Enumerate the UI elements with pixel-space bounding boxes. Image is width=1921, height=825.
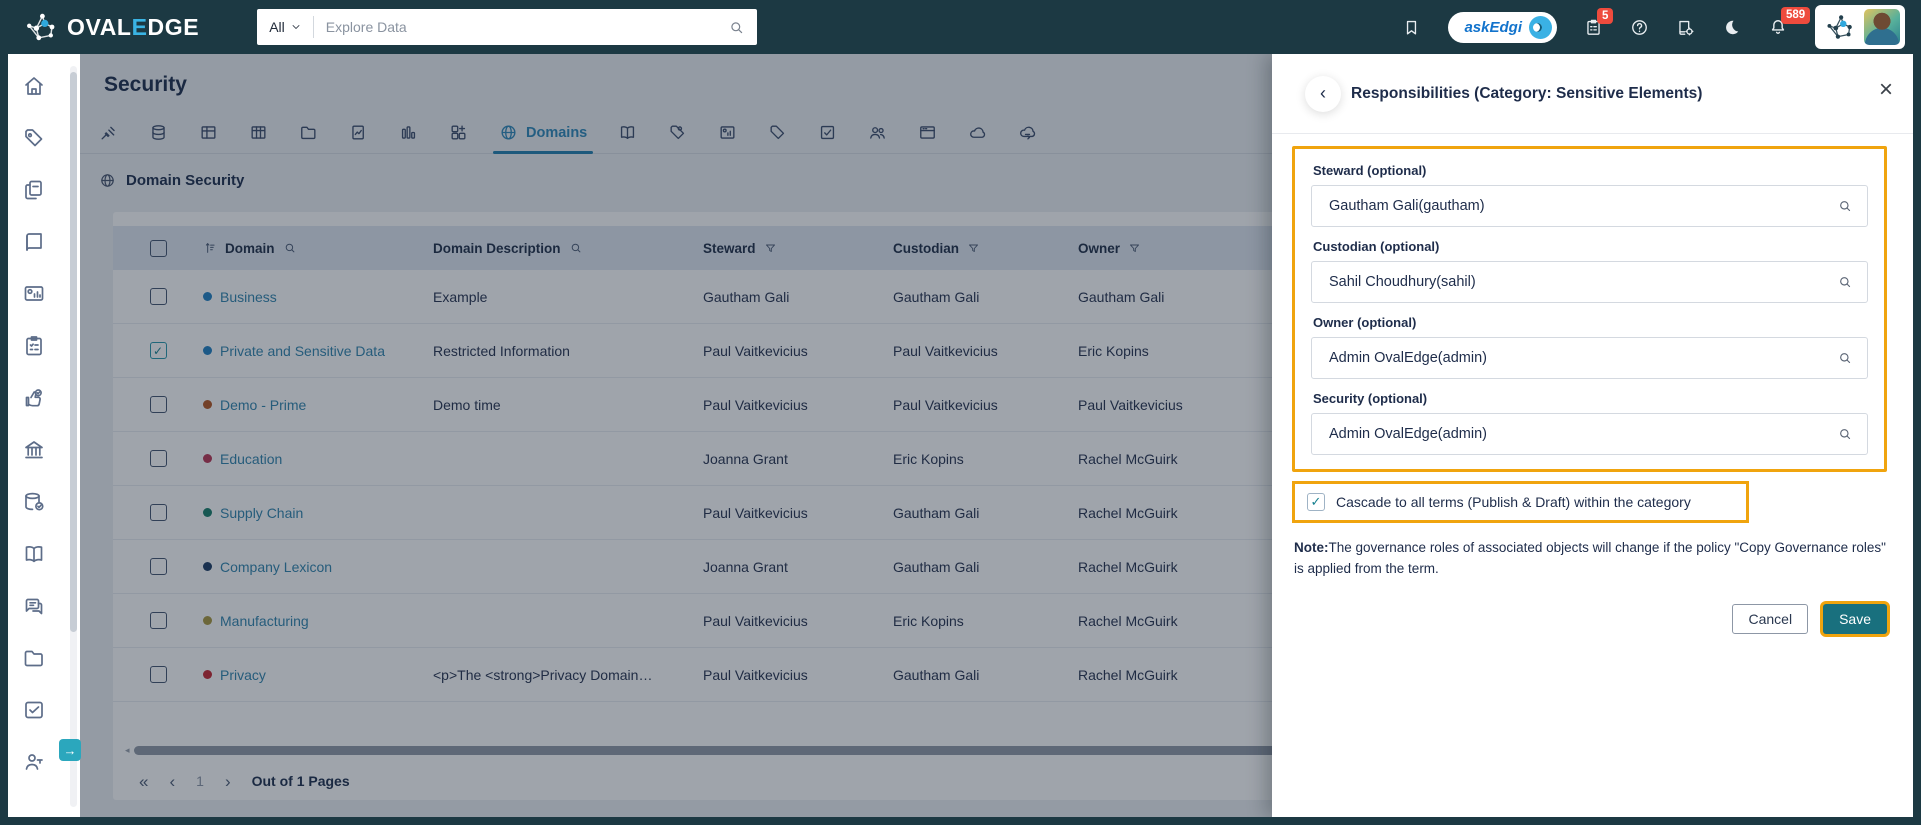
search-scope-dropdown[interactable]: All (269, 19, 302, 35)
sidebar-expand-button[interactable]: → (59, 739, 81, 761)
bookmark-icon[interactable] (1402, 18, 1421, 37)
top-navbar: OVALEDGE All askEdgi 5 (0, 0, 1921, 54)
notifications-badge: 589 (1781, 7, 1811, 24)
sidebar-scrollbar-thumb[interactable] (70, 72, 77, 632)
cascade-label: Cascade to all terms (Publish & Draft) w… (1336, 494, 1691, 510)
sidebar-item-data-quality[interactable] (8, 372, 60, 424)
security-label: Security (optional) (1313, 391, 1428, 406)
sidebar-item-projects[interactable] (8, 320, 60, 372)
release-notes-icon[interactable] (1676, 18, 1695, 37)
sidebar-item-governance[interactable] (8, 424, 60, 476)
sidebar-scrollbar[interactable] (70, 66, 77, 807)
custodian-field-group: Custodian (optional) Sahil Choudhury(sah… (1311, 239, 1868, 303)
search-input[interactable] (325, 19, 729, 35)
tasks-clipboard-icon[interactable]: 5 (1584, 7, 1614, 37)
close-icon[interactable]: × (1879, 78, 1893, 102)
security-field-group: Security (optional) Admin OvalEdge(admin… (1311, 391, 1868, 455)
owner-input[interactable]: Admin OvalEdge(admin) (1311, 337, 1868, 379)
security-input[interactable]: Admin OvalEdge(admin) (1311, 413, 1868, 455)
notifications-bell-icon[interactable]: 589 (1768, 7, 1811, 37)
workspace-user-box[interactable] (1815, 5, 1905, 49)
cascade-checkbox[interactable]: ✓ (1307, 493, 1325, 511)
global-search-bar[interactable]: All (257, 9, 758, 45)
drawer-header: ‹ Responsibilities (Category: Sensitive … (1272, 54, 1913, 134)
note-text: Note:The governance roles of associated … (1294, 540, 1886, 576)
cascade-highlight-box: ✓ Cascade to all terms (Publish & Draft)… (1292, 481, 1749, 523)
search-icon[interactable] (1837, 350, 1853, 366)
search-icon[interactable] (728, 19, 745, 36)
custodian-input[interactable]: Sahil Choudhury(sahil) (1311, 261, 1868, 303)
responsibilities-drawer: ‹ Responsibilities (Category: Sensitive … (1272, 54, 1913, 817)
search-icon[interactable] (1837, 198, 1853, 214)
sidebar-item-collaboration[interactable] (8, 580, 60, 632)
owner-field-group: Owner (optional) Admin OvalEdge(admin) (1311, 315, 1868, 379)
search-icon[interactable] (1837, 274, 1853, 290)
sidebar-item-documents[interactable] (8, 164, 60, 216)
sidebar-item-tags[interactable] (8, 112, 60, 164)
sidebar-item-catalog[interactable] (8, 216, 60, 268)
chevron-down-icon (292, 25, 300, 29)
search-divider (312, 16, 314, 38)
governance-roles-highlight-box: Steward (optional) Gautham Gali(gautham)… (1292, 146, 1887, 472)
edgi-bot-icon (1529, 15, 1552, 39)
sidebar-item-data-stores[interactable] (8, 476, 60, 528)
custodian-label: Custodian (optional) (1313, 239, 1440, 254)
sidebar-item-jobs[interactable] (8, 684, 60, 736)
brand-wordmark: OVALEDGE (67, 13, 200, 40)
dark-mode-moon-icon[interactable] (1722, 18, 1741, 37)
workspace-logo-icon (1823, 13, 1855, 41)
left-sidebar (8, 54, 80, 817)
ovaledge-logo-icon (22, 11, 58, 43)
steward-field-group: Steward (optional) Gautham Gali(gautham) (1311, 163, 1868, 227)
ask-edgi-button[interactable]: askEdgi (1448, 11, 1557, 43)
sidebar-item-home[interactable] (8, 60, 60, 112)
sidebar-item-files[interactable] (8, 632, 60, 684)
sidebar-item-dashboards[interactable] (8, 268, 60, 320)
cancel-button[interactable]: Cancel (1732, 603, 1809, 634)
save-button[interactable]: Save (1823, 603, 1887, 634)
sidebar-item-glossary[interactable] (8, 528, 60, 580)
steward-label: Steward (optional) (1313, 163, 1427, 178)
drawer-actions: Cancel Save (1292, 603, 1887, 634)
help-icon[interactable] (1630, 18, 1649, 37)
brand-logo[interactable]: OVALEDGE (22, 11, 199, 43)
user-avatar[interactable] (1864, 9, 1900, 45)
back-button[interactable]: ‹ (1305, 75, 1341, 112)
main-content: Security Domains Domain Security Domain … (80, 54, 1913, 817)
clipboard-badge: 5 (1597, 7, 1614, 25)
note-bold: Note: (1294, 540, 1329, 555)
sidebar-item-access[interactable] (8, 736, 60, 788)
steward-input[interactable]: Gautham Gali(gautham) (1311, 185, 1868, 227)
drawer-title: Responsibilities (Category: Sensitive El… (1351, 84, 1703, 102)
search-icon[interactable] (1837, 426, 1853, 442)
owner-label: Owner (optional) (1313, 315, 1417, 330)
